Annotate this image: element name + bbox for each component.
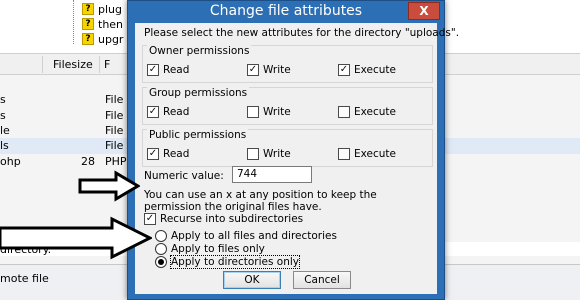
checkbox-label: Read xyxy=(163,148,190,160)
file-name: ohp xyxy=(0,155,21,168)
column-header-filetype[interactable]: F xyxy=(104,58,110,71)
group-execute-checkbox[interactable]: Execute xyxy=(338,106,396,118)
recurse-checkbox[interactable]: ✓ Recurse into subdirectories xyxy=(144,213,303,225)
file-type: File xyxy=(105,124,124,137)
column-separator[interactable] xyxy=(42,56,43,73)
radio-label: Apply to directories only xyxy=(169,255,301,269)
checkbox-box[interactable]: ✓ xyxy=(247,64,259,76)
numeric-value-input[interactable]: 744 xyxy=(232,166,312,183)
unknown-folder-icon: ? xyxy=(82,18,94,30)
dialog-body: Please select the new attributes for the… xyxy=(135,23,460,294)
public-write-checkbox[interactable]: Write xyxy=(247,148,291,160)
tree-item[interactable]: ? plug xyxy=(82,2,122,16)
owner-permissions-group: Owner permissions ✓ Read ✓ Write ✓ Execu… xyxy=(142,45,433,83)
public-permissions-group: Public permissions ✓ Read Write Execute xyxy=(142,129,433,167)
group-label: Public permissions xyxy=(147,129,249,141)
public-read-checkbox[interactable]: ✓ Read xyxy=(147,148,189,160)
radio-label: Apply to all files and directories xyxy=(171,230,337,242)
close-button[interactable]: X xyxy=(408,2,440,20)
hint-text: You can use an x at any position to keep… xyxy=(144,189,377,213)
group-label: Group permissions xyxy=(147,87,250,99)
checkbox-box[interactable] xyxy=(247,106,259,118)
checkbox-label: Write xyxy=(263,106,291,118)
owner-execute-checkbox[interactable]: ✓ Execute xyxy=(338,64,396,76)
unknown-folder-icon: ? xyxy=(82,3,94,15)
radio-apply-directories[interactable]: Apply to directories only xyxy=(155,255,301,269)
radio-apply-files[interactable]: Apply to files only xyxy=(155,243,265,255)
file-name: s xyxy=(0,109,6,122)
checkbox-box[interactable]: ✓ xyxy=(338,64,350,76)
tree-item-label: upgr xyxy=(98,32,124,46)
checkbox-label: Read xyxy=(163,64,190,76)
checkbox-label: Recurse into subdirectories xyxy=(160,213,304,225)
intro-text: Please select the new attributes for the… xyxy=(144,27,460,39)
checkbox-label: Read xyxy=(163,106,190,118)
checkbox-box[interactable]: ✓ xyxy=(147,148,159,160)
group-write-checkbox[interactable]: Write xyxy=(247,106,291,118)
arrow-right-icon xyxy=(78,170,140,202)
checkbox-label: Execute xyxy=(354,106,396,118)
file-type: File xyxy=(105,109,124,122)
column-header-filesize[interactable]: Filesize xyxy=(53,58,93,71)
checkbox-label: Execute xyxy=(354,148,396,160)
radio-circle[interactable] xyxy=(155,230,167,242)
file-name: ls xyxy=(0,139,9,152)
public-execute-checkbox[interactable]: Execute xyxy=(338,148,396,160)
owner-read-checkbox[interactable]: ✓ Read xyxy=(147,64,189,76)
file-name: le xyxy=(0,124,10,137)
checkbox-label: Execute xyxy=(354,64,396,76)
file-name: s xyxy=(0,93,6,106)
file-type: File xyxy=(105,139,124,152)
radio-circle-selected[interactable] xyxy=(155,256,167,268)
dialog-title: Change file attributes xyxy=(209,3,363,19)
file-type: File xyxy=(105,93,124,106)
checkbox-box[interactable] xyxy=(247,148,259,160)
checkbox-label: Write xyxy=(263,148,291,160)
queue-column-label: mote file xyxy=(0,272,49,285)
cancel-button[interactable]: Cancel xyxy=(293,271,351,289)
checkbox-box[interactable] xyxy=(338,148,350,160)
checkbox-label: Write xyxy=(263,64,291,76)
arrow-right-icon xyxy=(0,216,152,260)
group-label: Owner permissions xyxy=(147,45,252,57)
radio-label: Apply to files only xyxy=(171,243,265,255)
tree-item[interactable]: ? upgr xyxy=(82,32,123,46)
radio-circle[interactable] xyxy=(155,243,167,255)
file-size: 28 xyxy=(81,155,95,168)
ok-button[interactable]: OK xyxy=(223,271,281,289)
group-permissions-group: Group permissions ✓ Read Write Execute xyxy=(142,87,433,125)
checkbox-box[interactable]: ✓ xyxy=(147,106,159,118)
tree-item-label: then xyxy=(98,17,124,31)
change-file-attributes-dialog: Change file attributes X Please select t… xyxy=(127,0,460,300)
tree-connector xyxy=(73,0,74,44)
tree-item-label: plug xyxy=(98,2,122,16)
radio-apply-all[interactable]: Apply to all files and directories xyxy=(155,230,337,242)
owner-write-checkbox[interactable]: ✓ Write xyxy=(247,64,291,76)
checkbox-box[interactable]: ✓ xyxy=(147,64,159,76)
unknown-folder-icon: ? xyxy=(82,33,94,45)
group-read-checkbox[interactable]: ✓ Read xyxy=(147,106,189,118)
numeric-value-label: Numeric value: xyxy=(144,170,224,182)
tree-item[interactable]: ? then xyxy=(82,17,123,31)
column-separator[interactable] xyxy=(99,56,100,73)
checkbox-box[interactable] xyxy=(338,106,350,118)
file-type: PHP xyxy=(105,155,127,168)
